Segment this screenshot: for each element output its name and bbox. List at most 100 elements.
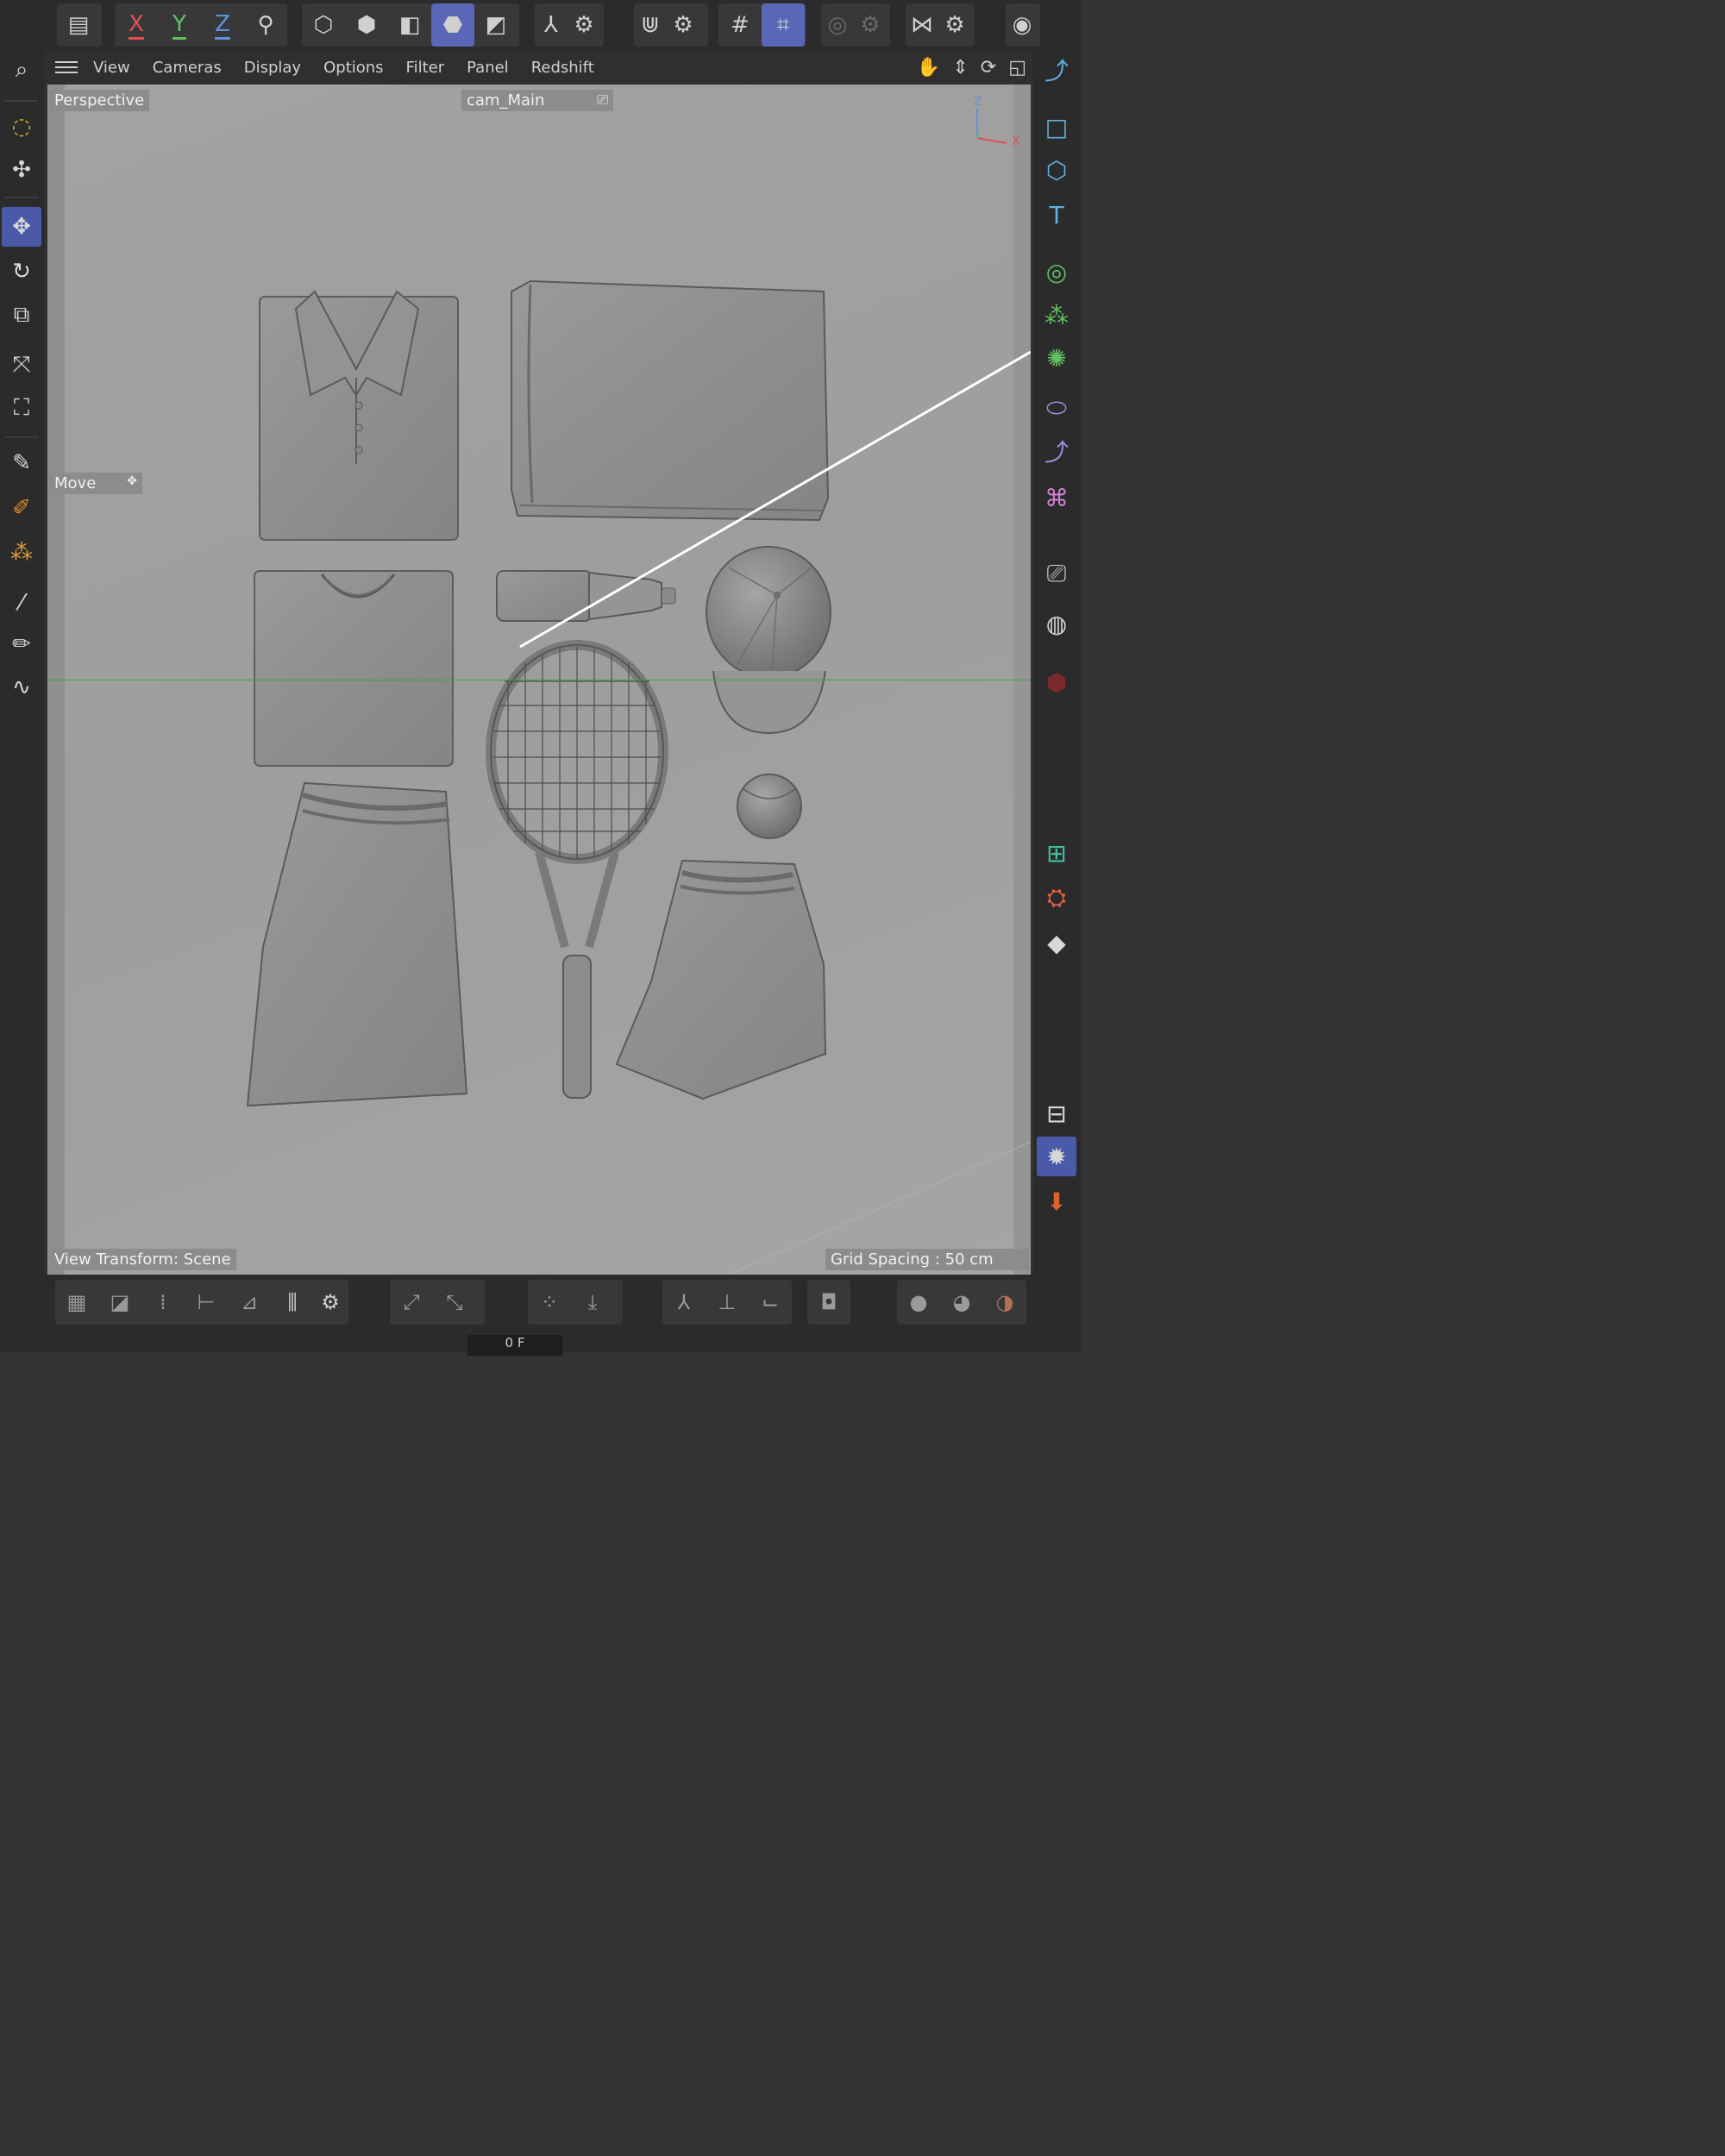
cloner-object-icon[interactable]: ⁂ (1037, 295, 1076, 335)
axis-mode-icon[interactable]: ⅄ (535, 3, 568, 47)
spline-pen-icon[interactable]: ✐ (2, 488, 41, 528)
bottom-group-points: ⁘ ⤓ (528, 1280, 623, 1325)
spline-wrap-icon[interactable]: ⌘ (1037, 478, 1076, 517)
live-selection-icon[interactable]: ◌ (2, 107, 41, 147)
axis-x-label: X (129, 11, 144, 40)
text-object-icon[interactable]: T (1037, 195, 1076, 235)
magnet-snap-icon[interactable]: ⋓ (634, 3, 667, 47)
render-queue-icon[interactable]: ◘ (807, 1280, 850, 1325)
redshift-object-icon[interactable]: ⬢ (1037, 662, 1076, 702)
polygons-mode-icon[interactable]: ◧ (388, 3, 431, 47)
folded-towel-model[interactable] (511, 279, 830, 522)
render-region-icon[interactable]: ▦ (55, 1280, 98, 1325)
shorts-right-model[interactable] (615, 859, 827, 1100)
environment-globe-icon[interactable]: ◍ (1037, 604, 1076, 643)
asset-browser-icon[interactable]: ⊞ (1037, 833, 1076, 873)
render-active-icon[interactable]: ◪ (98, 1280, 141, 1325)
axis-reset-icon[interactable]: ⌙ (749, 1280, 792, 1325)
smooth-spline-icon[interactable]: ∿ (2, 667, 41, 707)
toggle-view-icon[interactable]: ◱ (1008, 57, 1026, 78)
solo-target-icon[interactable]: ◎ (821, 3, 854, 47)
search-icon[interactable]: ⌕ (2, 50, 41, 90)
symmetry-settings-gear-icon[interactable]: ⚙ (938, 3, 971, 47)
coordinate-manager-icon[interactable]: ⤴ (1037, 50, 1076, 90)
scene-nodes-icon[interactable]: ⛭ (1037, 878, 1076, 918)
pen-tool-icon[interactable]: ✎ (2, 443, 41, 483)
menu-view[interactable]: View (93, 59, 130, 77)
move-tool-icon[interactable]: ✥ (2, 207, 41, 247)
render-to-viewer-icon[interactable]: ⬇ (1037, 1181, 1076, 1221)
menu-options[interactable]: Options (323, 59, 383, 77)
shorts-left-model[interactable] (246, 781, 468, 1107)
texture-mode-icon[interactable]: ◩ (474, 3, 518, 47)
model-mode-icon[interactable]: ⬣ (431, 3, 474, 47)
points-mode-icon[interactable]: ⬡ (302, 3, 345, 47)
field-object-icon[interactable]: ⤴ (1037, 431, 1076, 471)
axis-up-icon[interactable]: ⅄ (662, 1280, 706, 1325)
brush-tool-icon[interactable]: ⁄ (2, 583, 41, 623)
selection-tools-icon[interactable]: ✣ (2, 150, 41, 190)
axis-settings-gear-icon[interactable]: ⚙ (568, 3, 600, 47)
drop-to-floor-icon[interactable]: ⤓ (571, 1280, 614, 1325)
axis-z-lock-button[interactable]: Z (201, 3, 244, 47)
collapse-icon[interactable]: ⤡ (433, 1280, 476, 1325)
transform-tool-icon[interactable]: ⤧ (2, 345, 41, 385)
symmetry-butterfly-icon[interactable]: ⋈ (906, 3, 938, 47)
camera-icon: ⎚ (597, 91, 608, 108)
sketch-tool-icon[interactable]: ✏ (2, 624, 41, 664)
snap-settings-gear-icon[interactable]: ⚙ (667, 3, 699, 47)
timeline-range-icon[interactable]: ⊢ (185, 1280, 228, 1325)
bottom-settings-gear-icon[interactable]: ⚙ (314, 1280, 347, 1325)
t-shirt-model[interactable] (254, 570, 454, 767)
water-bottle-model[interactable] (496, 570, 676, 622)
render-grid-icon[interactable]: ⁞ (141, 1280, 185, 1325)
points-icon[interactable]: ⁘ (528, 1280, 571, 1325)
locked-workplane-icon[interactable]: ⌗ (762, 3, 805, 47)
rotate-tool-icon[interactable]: ↻ (2, 252, 41, 291)
archive-icon[interactable]: ▤ (57, 3, 100, 47)
camera-selector[interactable]: cam_Main ⎚ (461, 90, 613, 111)
axis-center-icon[interactable]: ⊥ (706, 1280, 749, 1325)
picture-viewer-icon[interactable]: ⊟ (1037, 1094, 1076, 1133)
gizmo-z-label: Z (974, 95, 982, 109)
dolly-icon[interactable]: ⇕ (952, 57, 968, 78)
menu-redshift[interactable]: Redshift (531, 59, 594, 77)
split-view-icon[interactable]: ⫼ (271, 1280, 314, 1325)
render-settings-icon[interactable]: ✹ (1037, 1137, 1076, 1176)
pan-hand-icon[interactable]: ✋ (917, 57, 940, 78)
menu-cameras[interactable]: Cameras (153, 59, 222, 77)
menu-display[interactable]: Display (244, 59, 301, 77)
axis-x-lock-button[interactable]: X (115, 3, 158, 47)
scale-tool-icon[interactable]: ⧉ (2, 295, 41, 335)
render-view-icon[interactable]: ◉ (1006, 3, 1038, 47)
material-preview-icon[interactable]: ◕ (940, 1280, 983, 1325)
baseball-cap-model[interactable] (706, 546, 831, 735)
axis-y-lock-button[interactable]: Y (158, 3, 201, 47)
edges-mode-icon[interactable]: ⬢ (345, 3, 388, 47)
polo-shirt-model[interactable] (259, 290, 459, 541)
menu-panel[interactable]: Panel (467, 59, 509, 77)
current-frame-field[interactable]: 0 F (467, 1335, 562, 1356)
generator-object-icon[interactable]: ◎ (1037, 252, 1076, 291)
3d-viewport[interactable]: Perspective cam_Main ⎚ Move ✥ Z X View T… (47, 85, 1031, 1275)
placement-tool-icon[interactable]: ⛶ (2, 388, 41, 428)
menu-filter[interactable]: Filter (406, 59, 445, 77)
camera-object-icon[interactable]: ⎚ (1037, 554, 1076, 593)
orbit-icon[interactable]: ⟳ (981, 57, 996, 78)
coordinate-system-icon[interactable]: ⚲ (244, 3, 287, 47)
effector-gear-icon[interactable]: ✺ (1037, 338, 1076, 378)
solo-settings-gear-icon[interactable]: ⚙ (854, 3, 887, 47)
spline-tools-icon[interactable]: ⁂ (2, 533, 41, 573)
material-redshift-icon[interactable]: ◑ (983, 1280, 1026, 1325)
deformer-object-icon[interactable]: ⬭ (1037, 388, 1076, 428)
floor-object-icon[interactable]: ◆ (1037, 923, 1076, 962)
plane-object-icon[interactable]: □ (1037, 107, 1076, 147)
make-editable-icon[interactable]: ⊿ (228, 1280, 271, 1325)
tennis-ball-model[interactable] (737, 774, 802, 839)
material-sphere-icon[interactable]: ● (897, 1280, 940, 1325)
expand-icon[interactable]: ⤢ (390, 1280, 433, 1325)
view-name-label[interactable]: Perspective (49, 90, 150, 111)
cube-object-icon[interactable]: ⬡ (1037, 150, 1076, 190)
workplane-grid-icon[interactable]: # (718, 3, 762, 47)
hamburger-menu-icon[interactable] (55, 58, 78, 77)
